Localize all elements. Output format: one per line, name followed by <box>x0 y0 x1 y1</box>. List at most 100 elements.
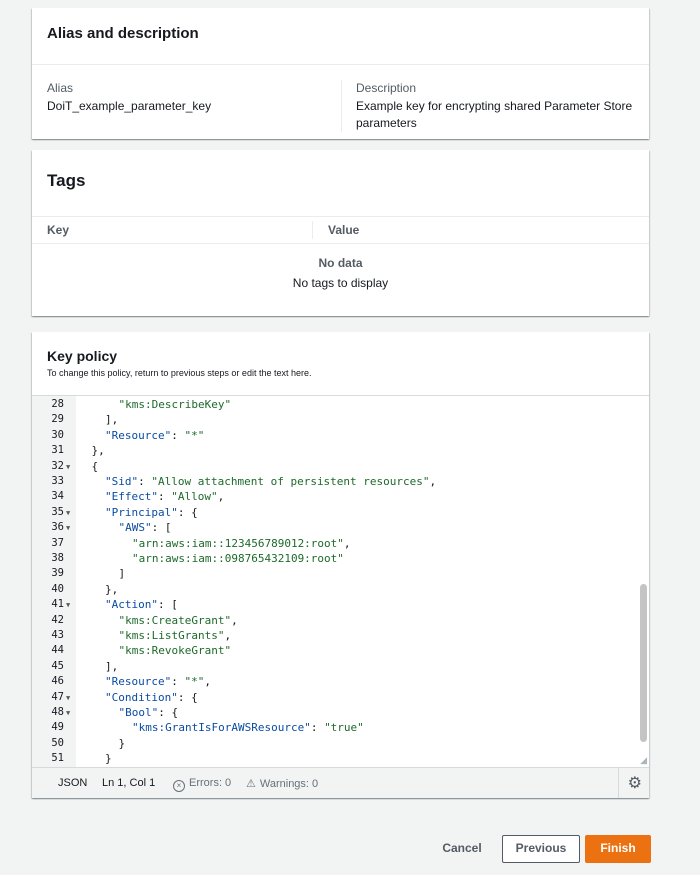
code-line[interactable]: 45], <box>32 660 649 675</box>
tags-panel: Tags Key Value No data No tags to displa… <box>32 150 649 316</box>
code-text: "kms:GrantIsForAWSResource": "true" <box>132 721 364 735</box>
code-text: "Principal": { <box>105 505 198 519</box>
description-value-line1: Example key for encrypting shared Parame… <box>356 99 633 113</box>
line-number: 48 <box>51 706 64 718</box>
editor-scrollbar[interactable] <box>640 584 647 742</box>
code-line[interactable]: 38 "arn:aws:iam::098765432109:root" <box>32 552 649 567</box>
json-code-editor[interactable]: 28 "kms:DescribeKey" 29], 30 "Resource": "*"… <box>32 395 649 768</box>
code-line[interactable]: 30 "Resource": "*" <box>32 429 649 444</box>
code-text: "kms:CreateGrant", <box>118 613 238 627</box>
line-number: 42 <box>51 613 64 626</box>
code-line[interactable]: 32 ▼ { <box>32 460 649 475</box>
column-separator[interactable] <box>312 221 313 239</box>
code-line[interactable]: 41 ▼ "Action": [ <box>32 598 649 613</box>
code-line[interactable]: 29], <box>32 413 649 428</box>
description-value-line2: parameters <box>356 116 417 130</box>
code-text: ], <box>105 659 119 673</box>
code-text: "kms:ListGrants", <box>118 629 232 642</box>
fold-toggle-icon[interactable]: ▼ <box>66 709 70 717</box>
code-text: ], <box>105 413 119 427</box>
errors-indicator[interactable]: × Errors: 0 <box>173 777 231 792</box>
cursor-position: Ln 1, Col 1 <box>102 777 156 789</box>
code-text: "kms:RevokeGrant" <box>118 644 232 658</box>
finish-button[interactable]: Finish <box>585 835 651 863</box>
gear-icon[interactable]: ⚙ <box>628 773 642 793</box>
code-text: { <box>91 459 99 473</box>
line-number: 45 <box>51 659 64 672</box>
error-circle-icon: × <box>173 780 185 792</box>
empty-state-title: No data <box>318 256 363 270</box>
code-line[interactable]: 51} <box>32 752 649 767</box>
fold-toggle-icon[interactable]: ▼ <box>66 509 70 517</box>
line-number: 40 <box>51 582 64 595</box>
line-number: 36 <box>51 521 64 534</box>
previous-button[interactable]: Previous <box>502 835 580 863</box>
alias-section-title: Alias and description <box>47 25 199 42</box>
code-text: "arn:aws:iam::098765432109:root" <box>132 552 344 565</box>
cancel-button[interactable]: Cancel <box>438 835 486 861</box>
warnings-indicator[interactable]: ⚠ Warnings: 0 <box>246 777 318 790</box>
line-number: 51 <box>51 752 64 765</box>
tags-table-header: Key Value <box>32 216 649 244</box>
code-text: "AWS": [ <box>118 521 172 535</box>
line-number: 44 <box>51 644 64 657</box>
code-line[interactable]: 47 ▼ "Condition": { <box>32 691 649 706</box>
line-number: 41 <box>51 598 64 611</box>
divider <box>32 64 649 65</box>
line-number: 30 <box>51 428 64 441</box>
resize-handle-icon[interactable]: ◢ <box>640 755 647 766</box>
line-number: 39 <box>51 567 64 580</box>
column-header-key[interactable]: Key <box>47 223 69 237</box>
code-line[interactable]: 46 "Resource": "*", <box>32 675 649 690</box>
code-line[interactable]: 28 "kms:DescribeKey" <box>32 398 649 413</box>
fold-toggle-icon[interactable]: ▼ <box>66 524 70 532</box>
alias-label: Alias <box>47 81 74 95</box>
fold-toggle-icon[interactable]: ▼ <box>66 463 70 471</box>
code-line[interactable]: 31}, <box>32 444 649 459</box>
code-line[interactable]: 43 "kms:ListGrants", <box>32 629 649 644</box>
code-line[interactable]: 37 "arn:aws:iam::123456789012:root", <box>32 537 649 552</box>
code-text: "kms:DescribeKey" <box>118 398 232 411</box>
language-mode: JSON <box>58 777 88 789</box>
editor-status-bar: JSON Ln 1, Col 1 × Errors: 0 ⚠ Warnings: 0… <box>32 767 649 798</box>
line-number: 49 <box>51 721 64 734</box>
tags-section-title: Tags <box>47 171 86 190</box>
line-number: 32 <box>51 459 64 472</box>
code-text: "Resource": "*", <box>105 675 211 689</box>
code-line[interactable]: 33 "Sid": "Allow attachment of persistent… <box>32 475 649 490</box>
code-line[interactable]: 50} <box>32 737 649 752</box>
line-number: 46 <box>51 675 64 688</box>
code-text: "Action": [ <box>105 598 178 612</box>
code-text: } <box>105 752 112 766</box>
code-line[interactable]: 35 ▼ "Principal": { <box>32 506 649 521</box>
alias-value: DoiT_example_parameter_key <box>47 99 212 113</box>
code-text: "Resource": "*" <box>105 428 205 442</box>
code-line[interactable]: 44 "kms:RevokeGrant" <box>32 644 649 659</box>
key-policy-panel: Key policy To change this policy, return… <box>32 332 649 798</box>
line-number: 29 <box>51 413 64 426</box>
fold-toggle-icon[interactable]: ▼ <box>66 601 70 609</box>
line-number: 47 <box>51 690 64 703</box>
key-policy-description: To change this policy, return to previou… <box>47 368 312 378</box>
line-number: 31 <box>51 444 64 457</box>
code-line[interactable]: 42 "kms:CreateGrant", <box>32 614 649 629</box>
column-divider <box>341 80 342 132</box>
code-text: }, <box>105 582 119 596</box>
code-text: "Bool": { <box>118 706 179 719</box>
code-text: "Sid": "Allow attachment of persistent r… <box>105 475 437 488</box>
empty-state-message: No tags to display <box>292 276 389 290</box>
code-line[interactable]: 48 ▼ "Bool": { <box>32 706 649 721</box>
column-header-value[interactable]: Value <box>328 223 359 237</box>
code-line[interactable]: 36 ▼ "AWS": [ <box>32 521 649 536</box>
code-line[interactable]: 49 "kms:GrantIsForAWSResource": "true" <box>32 721 649 736</box>
code-text: } <box>118 736 126 750</box>
code-line[interactable]: 40}, <box>32 583 649 598</box>
code-line[interactable]: 34 "Effect": "Allow", <box>32 490 649 505</box>
line-number: 43 <box>51 629 64 641</box>
code-line[interactable]: 39] <box>32 567 649 582</box>
line-number: 50 <box>51 736 64 749</box>
fold-toggle-icon[interactable]: ▼ <box>66 694 70 702</box>
line-number: 37 <box>51 536 64 549</box>
code-text: "Condition": { <box>105 690 198 704</box>
line-number: 38 <box>51 552 64 564</box>
